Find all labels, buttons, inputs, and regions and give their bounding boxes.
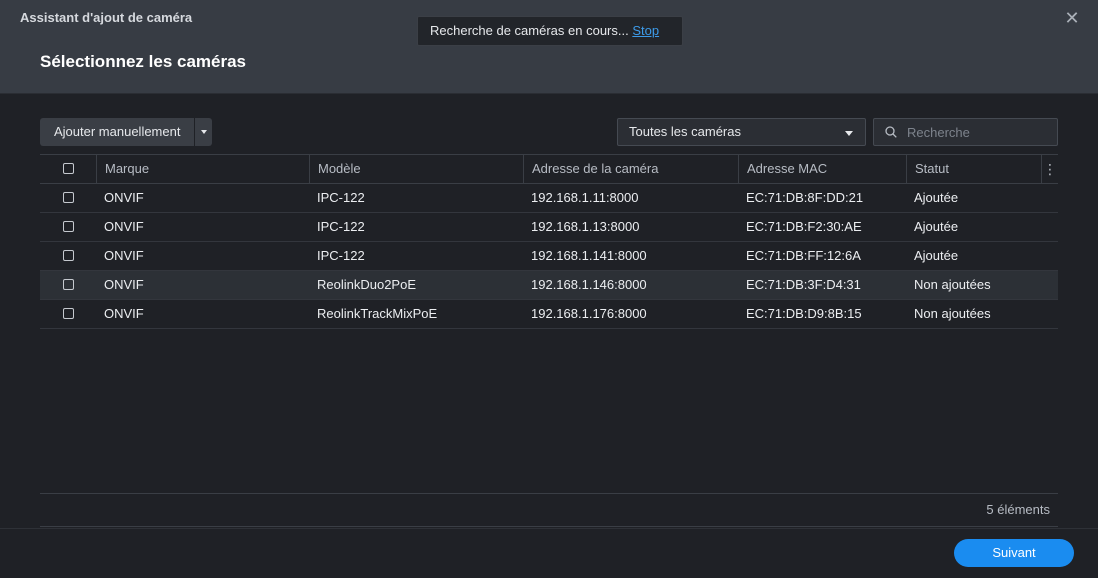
- cell-brand: ONVIF: [104, 248, 144, 263]
- cell-brand: ONVIF: [104, 277, 144, 292]
- dialog-body: Ajouter manuellement Toutes les caméras …: [0, 95, 1098, 528]
- table-footer: 5 éléments: [40, 493, 1058, 527]
- row-select: [40, 213, 96, 241]
- cell-address: 192.168.1.11:8000: [531, 190, 639, 205]
- search-box: [873, 118, 1058, 146]
- cell-status: Ajoutée: [914, 190, 959, 205]
- row-select: [40, 300, 96, 328]
- cell-address: 192.168.1.141:8000: [531, 248, 647, 263]
- chevron-down-icon: [845, 131, 853, 136]
- cell-model: IPC-122: [317, 248, 365, 263]
- header-select-all: [40, 155, 96, 183]
- window-title: Assistant d'ajout de caméra: [20, 10, 193, 25]
- cell-model: IPC-122: [317, 190, 365, 205]
- cell-mac: EC:71:DB:8F:DD:21: [746, 190, 864, 205]
- cell-status: Non ajoutées: [914, 277, 991, 292]
- cell-model: IPC-122: [317, 219, 365, 234]
- add-manually-split-button: Ajouter manuellement: [40, 118, 213, 146]
- column-header-status[interactable]: Statut: [906, 155, 1041, 183]
- cell-mac: EC:71:DB:3F:D4:31: [746, 277, 861, 292]
- search-input[interactable]: [907, 119, 1052, 145]
- page-title: Sélectionnez les caméras: [40, 52, 247, 71]
- dialog-header: Assistant d'ajout de caméra Sélectionnez…: [0, 0, 1098, 94]
- search-icon: [885, 126, 897, 138]
- row-checkbox[interactable]: [63, 308, 74, 319]
- cell-mac: EC:71:DB:FF:12:6A: [746, 248, 861, 263]
- column-header-brand[interactable]: Marque: [96, 155, 309, 183]
- item-count: 5 éléments: [986, 502, 1050, 517]
- cell-address: 192.168.1.13:8000: [531, 219, 640, 234]
- add-manually-button[interactable]: Ajouter manuellement: [40, 118, 195, 146]
- more-vertical-icon[interactable]: ⋮: [1043, 161, 1057, 177]
- camera-table: Marque Modèle Adresse de la caméra Adres…: [40, 154, 1058, 329]
- column-header-mac[interactable]: Adresse MAC: [738, 155, 906, 183]
- row-select: [40, 271, 96, 299]
- column-header-model[interactable]: Modèle: [309, 155, 523, 183]
- table-row[interactable]: ONVIF ReolinkDuo2PoE 192.168.1.146:8000 …: [40, 271, 1058, 300]
- table-row[interactable]: ONVIF IPC-122 192.168.1.13:8000 EC:71:DB…: [40, 213, 1058, 242]
- cell-model: ReolinkTrackMixPoE: [317, 306, 438, 321]
- cell-brand: ONVIF: [104, 219, 144, 234]
- cell-brand: ONVIF: [104, 190, 144, 205]
- next-button[interactable]: Suivant: [954, 539, 1074, 567]
- stop-link[interactable]: Stop: [632, 23, 659, 38]
- cell-model: ReolinkDuo2PoE: [317, 277, 417, 292]
- table-row[interactable]: ONVIF IPC-122 192.168.1.141:8000 EC:71:D…: [40, 242, 1058, 271]
- column-header-address[interactable]: Adresse de la caméra: [523, 155, 738, 183]
- cell-brand: ONVIF: [104, 306, 144, 321]
- table-row[interactable]: ONVIF IPC-122 192.168.1.11:8000 EC:71:DB…: [40, 184, 1058, 213]
- row-select: [40, 242, 96, 270]
- dialog-footer: Suivant: [0, 528, 1098, 578]
- cell-address: 192.168.1.176:8000: [531, 306, 647, 321]
- cell-status: Ajoutée: [914, 248, 959, 263]
- toast-message: Recherche de caméras en cours...: [430, 23, 629, 38]
- close-icon[interactable]: ✕: [1062, 8, 1082, 28]
- search-progress-toast: Recherche de caméras en cours... Stop: [417, 16, 683, 46]
- row-checkbox[interactable]: [63, 250, 74, 261]
- cell-status: Non ajoutées: [914, 306, 991, 321]
- table-header: Marque Modèle Adresse de la caméra Adres…: [40, 154, 1058, 184]
- cell-mac: EC:71:DB:F2:30:AE: [746, 219, 862, 234]
- select-all-checkbox[interactable]: [63, 163, 74, 174]
- row-checkbox[interactable]: [63, 279, 74, 290]
- cell-address: 192.168.1.146:8000: [531, 277, 647, 292]
- camera-filter-value: Toutes les caméras: [629, 124, 741, 139]
- column-menu[interactable]: ⋮: [1041, 155, 1058, 183]
- row-checkbox[interactable]: [63, 221, 74, 232]
- add-manually-dropdown-icon[interactable]: [195, 118, 213, 146]
- cell-status: Ajoutée: [914, 219, 959, 234]
- camera-filter-select[interactable]: Toutes les caméras: [617, 118, 866, 146]
- row-select: [40, 184, 96, 212]
- cell-mac: EC:71:DB:D9:8B:15: [746, 306, 862, 321]
- row-checkbox[interactable]: [63, 192, 74, 203]
- table-row[interactable]: ONVIF ReolinkTrackMixPoE 192.168.1.176:8…: [40, 300, 1058, 329]
